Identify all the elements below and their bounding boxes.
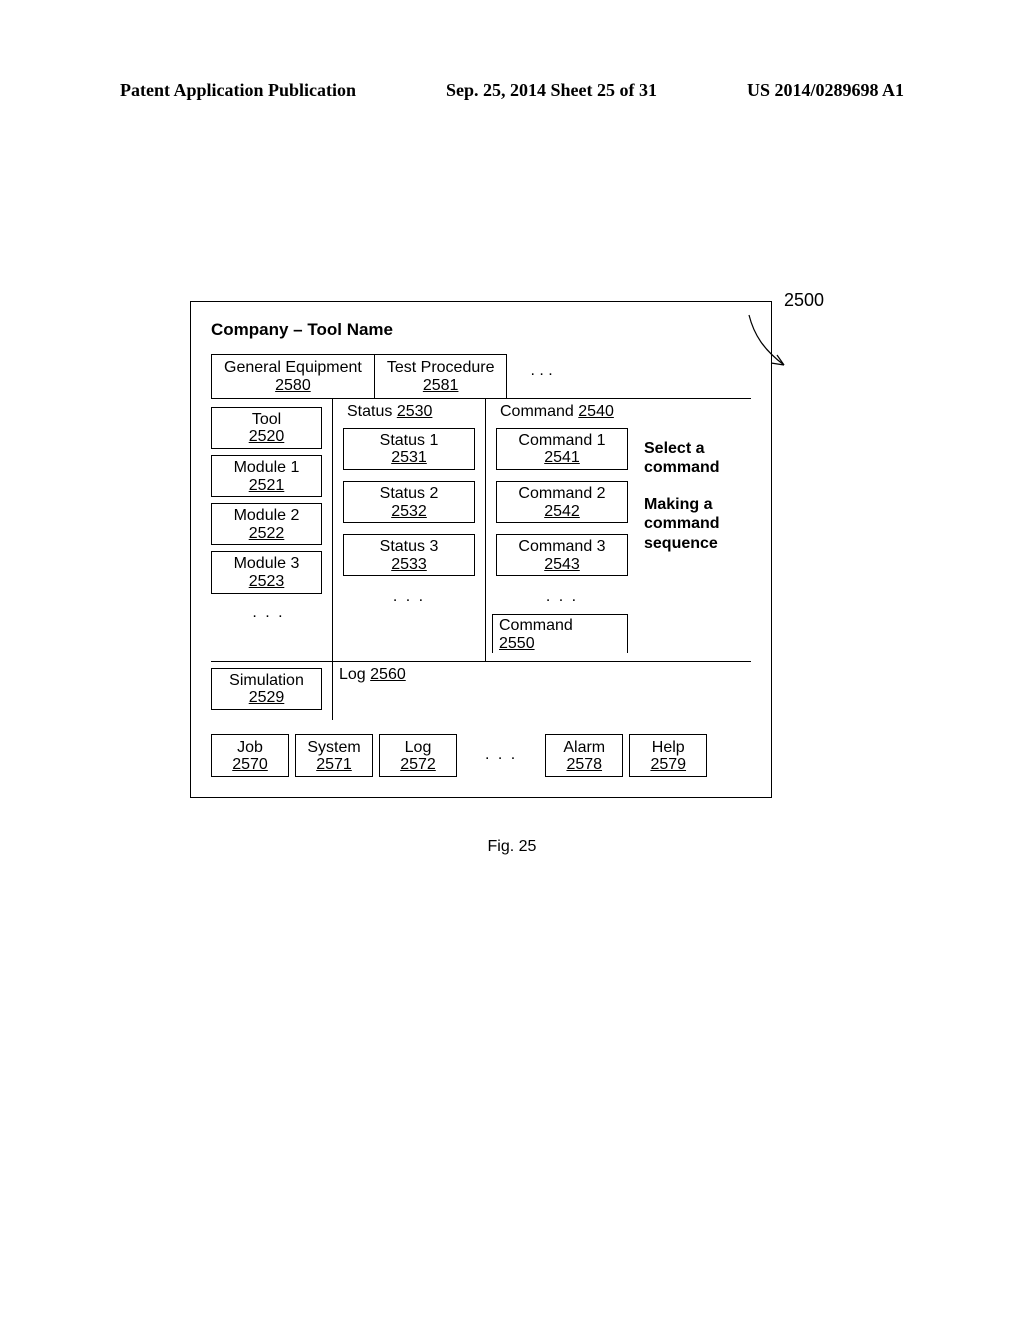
left-column: Tool 2520 Module 1 2521 Module 2 2522: [211, 399, 333, 661]
item-label: Command 2: [499, 485, 625, 503]
hints-column: Select a command Making a command sequen…: [638, 399, 751, 661]
command-header-ref: 2540: [578, 403, 614, 420]
ui-panel: Company – Tool Name General Equipment 25…: [190, 301, 772, 798]
btn-label: Alarm: [554, 739, 614, 757]
item-ref: 2529: [214, 689, 319, 707]
log-header-label: Log: [339, 666, 366, 683]
item-ref: 2531: [346, 449, 472, 467]
item-label: Tool: [214, 411, 319, 429]
log-left: Simulation 2529: [211, 662, 333, 720]
status-1[interactable]: Status 1 2531: [343, 428, 475, 470]
btn-alarm[interactable]: Alarm 2578: [545, 734, 623, 777]
tab-ref: 2581: [387, 377, 495, 395]
command-last-ref: 2550: [499, 635, 535, 652]
header-right: US 2014/0289698 A1: [747, 80, 904, 101]
btn-help[interactable]: Help 2579: [629, 734, 707, 777]
btn-log[interactable]: Log 2572: [379, 734, 457, 777]
status-column: Status 2530 Status 1 2531 Status 2 2532: [333, 399, 486, 661]
item-label: Status 2: [346, 485, 472, 503]
sidebar-item-module-2[interactable]: Module 2 2522: [211, 503, 322, 545]
item-label: Simulation: [214, 672, 319, 690]
hint-making-sequence: Making a command sequence: [644, 495, 751, 553]
tabs-more: . . .: [506, 354, 576, 380]
hint-select-command: Select a command: [644, 439, 751, 477]
sidebar-item-simulation[interactable]: Simulation 2529: [211, 668, 322, 710]
content-grid: Tool 2520 Module 1 2521 Module 2 2522: [211, 399, 751, 661]
command-2[interactable]: Command 2 2542: [496, 481, 628, 523]
page-header: Patent Application Publication Sep. 25, …: [120, 80, 904, 101]
item-ref: 2520: [214, 428, 319, 446]
status-header-ref: 2530: [397, 403, 433, 420]
item-ref: 2523: [214, 573, 319, 591]
bottom-buttons: Job 2570 System 2571 Log 2572 . . . Al: [211, 734, 751, 777]
tab-label: General Equipment: [224, 359, 362, 377]
command-column: Command 2540 Command 1 2541 Command 2 25…: [486, 399, 638, 661]
item-ref: 2521: [214, 477, 319, 495]
item-label: Status 1: [346, 432, 472, 450]
status-more: . . .: [339, 584, 479, 610]
btn-job[interactable]: Job 2570: [211, 734, 289, 777]
sidebar-item-module-1[interactable]: Module 1 2521: [211, 455, 322, 497]
btn-ref: 2572: [388, 756, 448, 774]
btn-ref: 2579: [638, 756, 698, 774]
command-more: . . .: [492, 584, 632, 610]
command-1[interactable]: Command 1 2541: [496, 428, 628, 470]
btn-ref: 2578: [554, 756, 614, 774]
command-header: Command 2540: [500, 399, 632, 425]
btn-system[interactable]: System 2571: [295, 734, 373, 777]
btn-label: Job: [220, 739, 280, 757]
log-header-ref: 2560: [370, 666, 406, 683]
item-label: Module 3: [214, 555, 319, 573]
bottom-more: . . .: [463, 746, 539, 764]
tab-ref: 2580: [224, 377, 362, 395]
command-header-label: Command: [500, 403, 574, 420]
header-center: Sep. 25, 2014 Sheet 25 of 31: [446, 80, 657, 101]
item-ref: 2541: [499, 449, 625, 467]
item-label: Module 2: [214, 507, 319, 525]
btn-ref: 2571: [304, 756, 364, 774]
status-header: Status 2530: [347, 399, 479, 425]
tab-general-equipment[interactable]: General Equipment 2580: [211, 354, 375, 398]
item-ref: 2522: [214, 525, 319, 543]
header-left: Patent Application Publication: [120, 80, 356, 101]
btn-label: System: [304, 739, 364, 757]
tab-test-procedure[interactable]: Test Procedure 2581: [374, 354, 508, 398]
item-ref: 2533: [346, 556, 472, 574]
figure-ref-number: 2500: [784, 290, 824, 311]
log-header: Log 2560: [333, 662, 406, 720]
figure-caption: Fig. 25: [120, 838, 904, 856]
btn-label: Log: [388, 739, 448, 757]
sidebar-item-module-3[interactable]: Module 3 2523: [211, 551, 322, 593]
item-label: Status 3: [346, 538, 472, 556]
btn-label: Help: [638, 739, 698, 757]
status-2[interactable]: Status 2 2532: [343, 481, 475, 523]
tabs-row: General Equipment 2580 Test Procedure 25…: [211, 354, 751, 399]
item-label: Command 3: [499, 538, 625, 556]
status-header-label: Status: [347, 403, 392, 420]
btn-ref: 2570: [220, 756, 280, 774]
sidebar-item-tool[interactable]: Tool 2520: [211, 407, 322, 449]
command-3[interactable]: Command 3 2543: [496, 534, 628, 576]
left-more: . . .: [211, 600, 326, 626]
tab-label: Test Procedure: [387, 359, 495, 377]
command-panel-header: Command 2550: [492, 614, 628, 652]
status-3[interactable]: Status 3 2533: [343, 534, 475, 576]
leader-arrow-icon: [739, 310, 799, 380]
item-ref: 2542: [499, 503, 625, 521]
item-ref: 2532: [346, 503, 472, 521]
log-row: Simulation 2529 Log 2560: [211, 661, 751, 720]
command-last-label: Command: [499, 617, 573, 634]
item-ref: 2543: [499, 556, 625, 574]
panel-title: Company – Tool Name: [211, 320, 751, 340]
item-label: Module 1: [214, 459, 319, 477]
item-label: Command 1: [499, 432, 625, 450]
